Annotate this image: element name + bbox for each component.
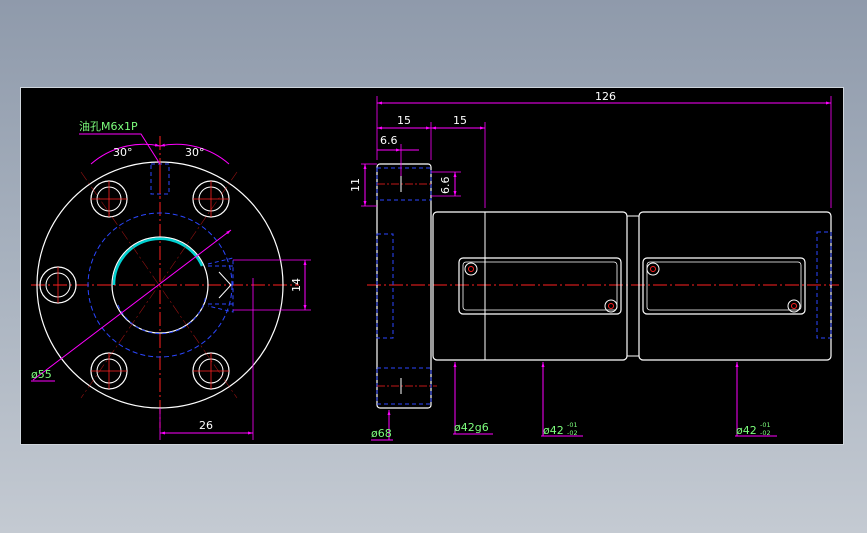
- bolt-hole-bl: [90, 352, 128, 390]
- body-segment-1: [432, 211, 628, 361]
- dim-6-6-h-label: 6.6: [380, 134, 398, 147]
- end-view: 30° 30° 油孔M6x1P ø55 26 14: [31, 119, 311, 440]
- cad-drawing: 30° 30° 油孔M6x1P ø55 26 14 126 15 15 6.6 …: [31, 90, 839, 441]
- dia-42a-label: ø42: [543, 424, 564, 437]
- dim-15b-label: 15: [453, 114, 467, 127]
- slot-1: [458, 257, 622, 315]
- dim-26-label: 26: [199, 419, 213, 432]
- tol-a-upper: -01: [567, 421, 578, 429]
- bolt-hole-br: [192, 352, 230, 390]
- slot-2: [642, 257, 806, 315]
- dim-126-label: 126: [595, 90, 616, 103]
- bolt-hole-tl: [90, 180, 128, 218]
- flange-body: [376, 163, 432, 409]
- dim-6-6-v-label: 6.6: [439, 177, 452, 195]
- tol-a-lower: -02: [567, 429, 578, 437]
- dim-11-label: 11: [349, 178, 362, 192]
- side-view: 126 15 15 6.6 11 6.6 ø68 ø42g6 ø42 -01 -…: [349, 90, 839, 441]
- oil-hole-note: 油孔M6x1P: [79, 119, 138, 133]
- dim-15a-label: 15: [397, 114, 411, 127]
- dia-55-label: ø55: [31, 368, 52, 381]
- dia-42b-label: ø42: [736, 424, 757, 437]
- bolt-hole-tr: [192, 180, 230, 218]
- dia-42g6-label: ø42g6: [454, 421, 489, 434]
- body-segment-2: [638, 211, 832, 361]
- tol-b-upper: -01: [760, 421, 771, 429]
- dia-68-label: ø68: [371, 427, 392, 440]
- tol-b-lower: -02: [760, 429, 771, 437]
- cad-viewport[interactable]: 30° 30° 油孔M6x1P ø55 26 14 126 15 15 6.6 …: [20, 87, 844, 445]
- angle-right-label: 30°: [185, 146, 205, 159]
- dim-14-label: 14: [290, 278, 303, 292]
- angle-left-label: 30°: [113, 146, 133, 159]
